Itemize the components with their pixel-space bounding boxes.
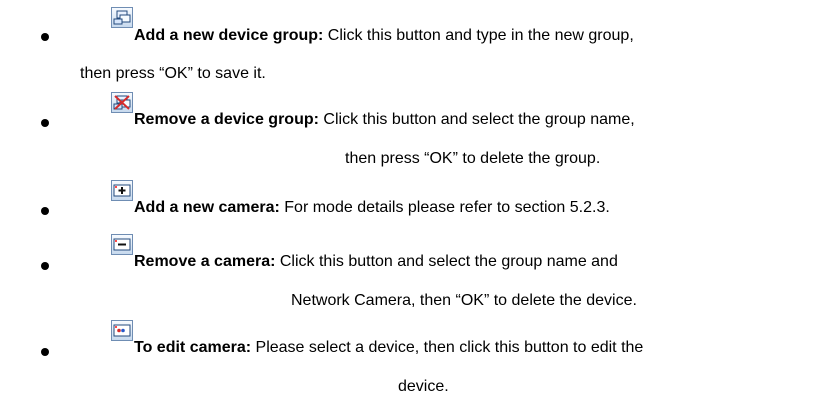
item-heading: Remove a device group: — [134, 111, 319, 128]
list-item: To edit camera: Please select a device, … — [0, 0, 815, 395]
remove-camera-icon — [111, 234, 133, 255]
item-heading: Add a new device group: — [134, 27, 324, 44]
item-heading: Add a new camera: — [134, 199, 280, 216]
item-heading: Remove a camera: — [134, 253, 276, 270]
item-continuation: then press “OK” to delete the group. — [345, 150, 601, 167]
bullet — [41, 207, 49, 215]
edit-camera-icon — [111, 320, 133, 341]
bullet — [41, 262, 49, 270]
add-device-group-icon — [111, 7, 133, 28]
bullet — [41, 119, 49, 127]
item-text: Click this button and select the group n… — [275, 253, 618, 270]
item-text: Click this button and select the group n… — [318, 111, 635, 128]
item-continuation: Network Camera, then “OK” to delete the … — [291, 292, 637, 309]
remove-device-group-icon — [111, 92, 133, 113]
item-continuation: then press “OK” to save it. — [80, 65, 266, 82]
item-text: Click this button and type in the new gr… — [323, 27, 634, 44]
add-camera-icon — [111, 180, 133, 201]
item-continuation: device. — [398, 378, 449, 395]
bullet — [41, 33, 49, 41]
bullet — [41, 348, 49, 356]
item-text: Please select a device, then click this … — [251, 339, 644, 356]
item-text: For mode details please refer to section… — [279, 199, 610, 216]
item-heading: To edit camera: — [134, 339, 252, 356]
